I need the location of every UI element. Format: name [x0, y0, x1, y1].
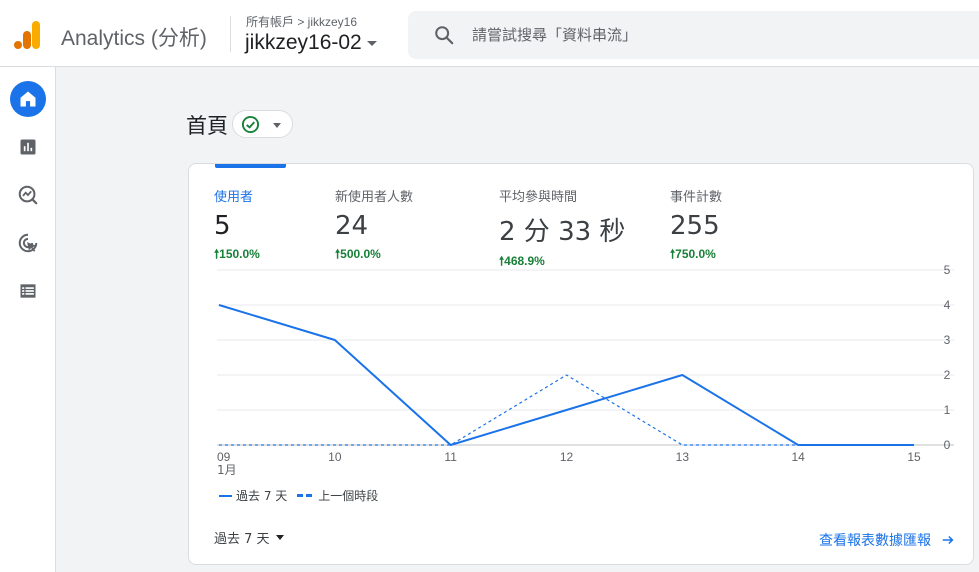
bar-chart-icon — [20, 139, 36, 155]
overview-card: 使用者 5 🠕150.0% 新使用者人數 24 🠕500.0% 平均參與時間 2… — [188, 163, 974, 565]
users-line-chart: 54321009 10 11 12 13 14 151月 — [217, 264, 954, 477]
metric-label: 使用者 — [214, 190, 254, 205]
rail-item-home[interactable] — [10, 81, 46, 117]
y-tick-label: 5 — [944, 264, 951, 277]
x-tick-label: 11 — [444, 450, 457, 464]
breadcrumb[interactable]: 所有帳戶 > jikkzey16 — [246, 13, 357, 30]
metric-label: 新使用者人數 — [335, 190, 414, 205]
legend-label-previous: 上一個時段 — [318, 489, 379, 503]
metric-value: 24 — [335, 211, 369, 241]
metric-value: 255 — [670, 211, 720, 241]
legend-solid-swatch — [219, 494, 232, 497]
rail-item-explore[interactable] — [10, 177, 46, 213]
metric-users[interactable]: 使用者 5 🠕150.0% — [214, 186, 260, 266]
metric-label: 事件計數 — [670, 190, 723, 205]
metric-change: 🠕150.0% — [214, 247, 260, 261]
arrow-right-icon — [942, 535, 954, 545]
y-tick-label: 3 — [944, 333, 951, 347]
chart-legend: 過去 7 天 上一個時段 — [219, 487, 378, 504]
account-name: jikkzey16-02 — [245, 31, 362, 54]
y-tick-label: 1 — [944, 403, 951, 417]
legend-label-current: 過去 7 天 — [236, 489, 288, 503]
home-icon — [20, 91, 36, 107]
chevron-down-icon — [366, 40, 377, 46]
x-tick-label: 14 — [791, 450, 805, 464]
caret-down-icon — [275, 535, 284, 540]
metric-change: 🠕750.0% — [670, 247, 716, 261]
metric-change-value: 150.0% — [219, 247, 260, 261]
advertising-icon — [18, 233, 38, 253]
metric-value: 5 — [214, 211, 231, 241]
legend-dashed-swatch — [297, 494, 313, 497]
metric-new-users[interactable]: 新使用者人數 24 🠕500.0% — [335, 186, 413, 266]
chevron-down-icon — [273, 123, 281, 128]
y-tick-label: 2 — [944, 368, 951, 382]
metric-event-count[interactable]: 事件計數 255 🠕750.0% — [670, 186, 722, 266]
x-tick-label: 09 — [217, 450, 231, 464]
metric-value: 2 分 33 秒 — [499, 217, 626, 247]
metric-change-value: 750.0% — [675, 247, 716, 261]
header-divider — [230, 16, 231, 52]
metric-change-value: 500.0% — [340, 247, 381, 261]
page-title: 首頁 — [186, 114, 228, 138]
check-circle-icon — [241, 115, 260, 134]
x-tick-label: 12 — [560, 450, 574, 464]
report-link-label: 查看報表數據匯報 — [819, 533, 931, 549]
date-range-selector[interactable]: 過去 7 天 — [214, 528, 284, 547]
x-month-label: 1月 — [217, 463, 237, 477]
metric-change: 🠕500.0% — [335, 247, 381, 261]
y-tick-label: 4 — [944, 298, 951, 312]
rail-item-advertising[interactable] — [10, 225, 46, 261]
x-tick-label: 13 — [676, 450, 690, 464]
rail-item-configure[interactable] — [10, 273, 46, 309]
x-tick-label: 10 — [328, 450, 342, 464]
analytics-logo[interactable] — [14, 19, 42, 49]
app-name: Analytics (分析) — [61, 27, 207, 50]
list-icon — [20, 284, 36, 298]
metric-label: 平均參與時間 — [499, 190, 578, 205]
y-tick-label: 0 — [944, 438, 951, 452]
left-nav-rail — [0, 67, 56, 572]
rail-item-reports[interactable] — [10, 129, 46, 165]
date-range-label: 過去 7 天 — [214, 532, 270, 547]
search-bar[interactable] — [408, 11, 979, 59]
view-report-link[interactable]: 查看報表數據匯報 — [819, 530, 955, 550]
account-selector[interactable]: jikkzey16-02 — [245, 31, 377, 55]
active-tab-indicator — [215, 164, 286, 168]
top-header: Analytics (分析) 所有帳戶 > jikkzey16 jikkzey1… — [0, 0, 979, 67]
x-tick-label: 15 — [907, 450, 921, 464]
search-icon — [435, 26, 454, 45]
metric-avg-engagement-time[interactable]: 平均參與時間 2 分 33 秒 🠕468.9% — [499, 186, 625, 273]
explore-icon — [18, 185, 38, 205]
search-input[interactable] — [472, 21, 952, 49]
status-dropdown[interactable] — [232, 110, 293, 138]
